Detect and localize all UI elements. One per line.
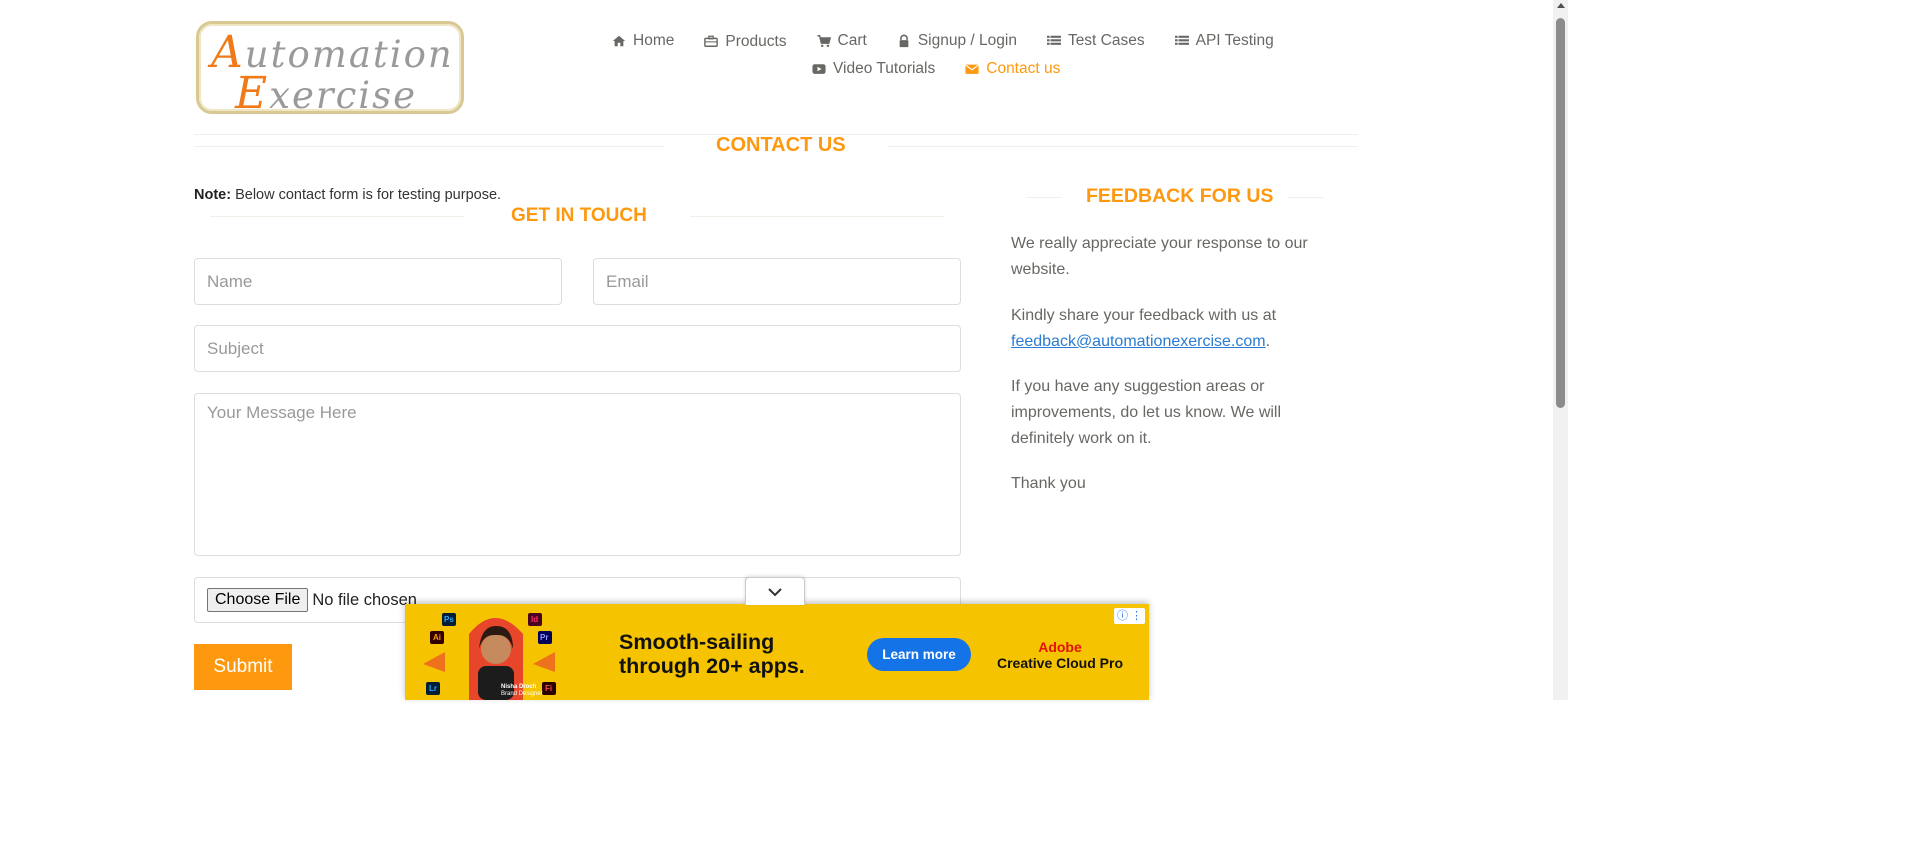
ad-persona-name: Nisha Droch <box>501 684 537 690</box>
nav-cart-label: Cart <box>837 31 867 49</box>
nav-api-testing-label: API Testing <box>1195 31 1274 49</box>
page-title: Contact Us <box>716 134 846 156</box>
info-icon[interactable]: ⓘ <box>1117 609 1128 623</box>
ad-learn-more-button[interactable]: Learn more <box>867 638 971 671</box>
scrollbar-thumb[interactable] <box>1556 18 1565 408</box>
scroll-up-arrow-icon[interactable] <box>1557 3 1565 8</box>
home-icon <box>612 35 626 46</box>
ad-persona: Nisha Droch Brand Designer <box>501 684 543 698</box>
title-line-left <box>194 146 664 147</box>
email-input[interactable] <box>593 258 961 305</box>
nav-video-tutorials-label: Video Tutorials <box>833 60 936 77</box>
feedback-paragraph-3: If you have any suggestion areas or impr… <box>1011 378 1282 447</box>
fb-line-left <box>1026 197 1062 198</box>
envelope-icon <box>965 64 979 74</box>
file-status: No file chosen <box>312 590 417 609</box>
nav-video-tutorials[interactable]: Video Tutorials <box>812 60 935 78</box>
ad-persona-role: Brand Designer <box>501 691 543 697</box>
ad-banner[interactable]: Ps Id Ai Pr Lr Fi Nisha Droch Brand Desi… <box>405 604 1149 700</box>
nav-signup-login-label: Signup / Login <box>917 31 1017 49</box>
feedback-thank-you: Thank you <box>1011 475 1086 492</box>
ad-collapse-toggle[interactable] <box>745 577 805 605</box>
svg-text:Pr: Pr <box>540 633 548 642</box>
svg-text:Id: Id <box>531 615 538 624</box>
message-textarea[interactable] <box>194 393 961 556</box>
nav-contact-us[interactable]: Contact us <box>965 60 1060 78</box>
lock-icon <box>899 34 909 47</box>
nav-home-label: Home <box>633 31 675 49</box>
feedback-p2-suffix: . <box>1265 333 1271 350</box>
nav-cart[interactable]: Cart <box>816 31 867 50</box>
briefcase-icon <box>704 35 719 47</box>
nav-api-testing[interactable]: API Testing <box>1174 31 1274 50</box>
git-line-left <box>210 216 464 217</box>
ad-artwork-image: Ps Id Ai Pr Lr Fi <box>405 604 595 700</box>
ad-headline: Smooth-sailing through 20+ apps. <box>619 630 805 678</box>
nav-test-cases-label: Test Cases <box>1067 31 1145 49</box>
fb-line-right <box>1287 197 1323 198</box>
choose-file-button[interactable]: Choose File <box>207 588 309 612</box>
nav-products-label: Products <box>725 33 787 50</box>
site-logo[interactable]: Automation Exercise <box>196 21 464 119</box>
feedback-p2-text: Kindly share your feedback with us at <box>1011 307 1277 324</box>
feedback-title: Feedback For Us <box>1086 185 1274 207</box>
feedback-email-link[interactable]: feedback@automationexercise.com <box>1011 333 1266 350</box>
nav-signup-login[interactable]: Signup / Login <box>897 32 1017 50</box>
feedback-paragraph-1: We really appreciate your response to ou… <box>1011 235 1308 278</box>
note-text: Below contact form is for testing purpos… <box>231 187 502 203</box>
title-line-right <box>888 146 1358 147</box>
logo-line-2: Exercise <box>235 68 418 119</box>
submit-button[interactable]: Submit <box>194 644 292 690</box>
ad-brand: Adobe Creative Cloud Pro <box>995 639 1125 671</box>
list-icon <box>1046 35 1061 45</box>
youtube-icon <box>812 64 826 74</box>
name-input[interactable] <box>194 258 562 305</box>
nav-test-cases[interactable]: Test Cases <box>1046 31 1145 50</box>
svg-text:Ps: Ps <box>444 615 454 624</box>
list-icon <box>1174 35 1189 45</box>
git-line-right <box>690 216 944 217</box>
ad-choices: ⓘ ⋮ <box>1114 608 1145 624</box>
chevron-down-icon <box>768 587 782 596</box>
ad-brand-name: Adobe <box>1038 639 1082 655</box>
svg-text:Ai: Ai <box>433 633 441 642</box>
feedback-paragraph-2: Kindly share your feedback with us at fe… <box>1011 303 1331 355</box>
more-options-icon[interactable]: ⋮ <box>1131 609 1142 623</box>
ad-brand-product: Creative Cloud Pro <box>996 655 1124 671</box>
nav-contact-us-label: Contact us <box>986 60 1061 77</box>
svg-text:Lr: Lr <box>429 684 437 693</box>
nav-home[interactable]: Home <box>612 32 674 50</box>
form-note: Note: Below contact form is for testing … <box>194 187 501 203</box>
svg-text:Fi: Fi <box>545 684 552 693</box>
get-in-touch-title: Get In Touch <box>511 205 647 226</box>
nav-products[interactable]: Products <box>704 30 787 51</box>
cart-icon <box>816 34 831 47</box>
note-label: Note: <box>194 187 232 203</box>
page-scrollbar[interactable] <box>1553 0 1568 700</box>
subject-input[interactable] <box>194 325 961 372</box>
